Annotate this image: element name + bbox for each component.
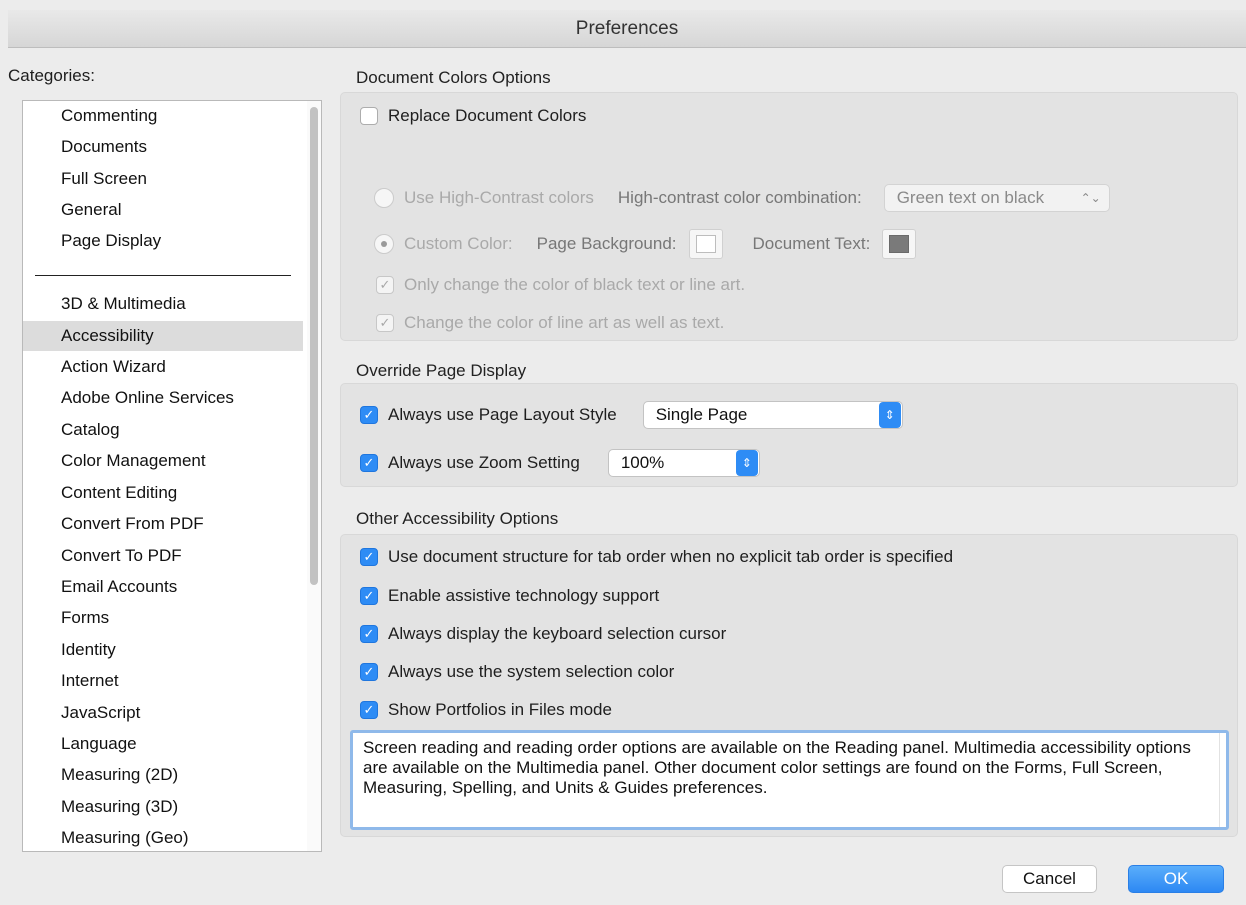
keyboard-cursor-row[interactable]: ✓ Always display the keyboard selection … xyxy=(360,624,726,644)
document-text-swatch xyxy=(889,235,910,253)
high-contrast-label: Use High-Contrast colors xyxy=(404,188,594,207)
category-item-email-accounts[interactable]: Email Accounts xyxy=(23,572,303,602)
cancel-button[interactable]: Cancel xyxy=(1002,865,1097,893)
zoom-setting-value: 100% xyxy=(620,453,665,472)
contrast-combination-select: Green text on black ⌃⌄ xyxy=(883,184,1110,212)
layout-style-row[interactable]: ✓ Always use Page Layout Style Single Pa… xyxy=(360,401,903,429)
window-title: Preferences xyxy=(8,10,1246,48)
chevron-up-down-icon: ⇕ xyxy=(735,450,758,476)
high-contrast-row: Use High-Contrast colors High-contrast c… xyxy=(374,184,1110,212)
zoom-setting-label: Always use Zoom Setting xyxy=(388,453,580,472)
category-item-page-display[interactable]: Page Display xyxy=(23,226,303,256)
category-item-forms[interactable]: Forms xyxy=(23,603,303,633)
category-item-measuring-3d[interactable]: Measuring (3D) xyxy=(23,792,303,822)
replace-colors-checkbox[interactable] xyxy=(360,107,378,125)
category-item-commenting[interactable]: Commenting xyxy=(23,101,303,131)
document-text-swatch-button xyxy=(882,229,917,259)
line-art-checkbox: ✓ xyxy=(376,314,394,332)
portfolios-row[interactable]: ✓ Show Portfolios in Files mode xyxy=(360,700,612,720)
category-item-catalog[interactable]: Catalog xyxy=(23,415,303,445)
category-item-convert-to-pdf[interactable]: Convert To PDF xyxy=(23,541,303,571)
category-item-measuring-2d[interactable]: Measuring (2D) xyxy=(23,760,303,790)
assistive-tech-row[interactable]: ✓ Enable assistive technology support xyxy=(360,586,659,606)
custom-color-label: Custom Color: xyxy=(404,234,513,253)
combo-label: High-contrast color combination: xyxy=(617,188,862,207)
categories-label: Categories: xyxy=(8,66,95,85)
override-page-title: Override Page Display xyxy=(356,361,527,380)
zoom-setting-row[interactable]: ✓ Always use Zoom Setting 100% ⇕ xyxy=(360,449,760,477)
info-text: Screen reading and reading order options… xyxy=(363,738,1191,797)
page-background-swatch xyxy=(695,235,716,253)
selection-color-checkbox[interactable]: ✓ xyxy=(360,663,378,681)
assistive-tech-label: Enable assistive technology support xyxy=(388,586,660,605)
contrast-combination-value: Green text on black xyxy=(896,188,1045,207)
category-item-color-management[interactable]: Color Management xyxy=(23,446,303,476)
portfolios-checkbox[interactable]: ✓ xyxy=(360,701,378,719)
category-item-identity[interactable]: Identity xyxy=(23,635,303,665)
category-item-internet[interactable]: Internet xyxy=(23,666,303,696)
category-divider xyxy=(35,275,291,276)
info-scrollbar[interactable] xyxy=(1219,733,1220,827)
custom-color-row: Custom Color: Page Background: Document … xyxy=(374,229,917,259)
category-item-measuring-geo[interactable]: Measuring (Geo) xyxy=(23,823,303,851)
category-item-documents[interactable]: Documents xyxy=(23,132,303,162)
only-black-checkbox: ✓ xyxy=(376,276,394,294)
custom-color-radio xyxy=(374,234,394,254)
portfolios-label: Show Portfolios in Files mode xyxy=(388,700,612,719)
tab-order-label: Use document structure for tab order whe… xyxy=(388,547,954,566)
zoom-setting-select[interactable]: 100% ⇕ xyxy=(607,449,760,477)
category-item-3d-multimedia[interactable]: 3D & Multimedia xyxy=(23,289,303,319)
tab-order-checkbox[interactable]: ✓ xyxy=(360,548,378,566)
page-background-label: Page Background: xyxy=(536,234,677,253)
category-item-language[interactable]: Language xyxy=(23,729,303,759)
category-item-convert-from-pdf[interactable]: Convert From PDF xyxy=(23,509,303,539)
categories-list[interactable]: Commenting Documents Full Screen General… xyxy=(22,100,322,852)
layout-style-label: Always use Page Layout Style xyxy=(388,405,617,424)
other-options-title: Other Accessibility Options xyxy=(356,509,559,528)
chevron-up-down-icon: ⌃⌄ xyxy=(1080,191,1101,205)
ok-button[interactable]: OK xyxy=(1128,865,1224,893)
document-colors-group xyxy=(340,92,1238,341)
category-item-adobe-online-services[interactable]: Adobe Online Services xyxy=(23,383,303,413)
line-art-row: ✓ Change the color of line art as well a… xyxy=(376,313,724,333)
categories-scroll-thumb[interactable] xyxy=(310,107,318,585)
replace-colors-row[interactable]: Replace Document Colors xyxy=(360,106,586,126)
page-background-swatch-button xyxy=(688,229,723,259)
only-black-label: Only change the color of black text or l… xyxy=(404,275,746,294)
keyboard-cursor-label: Always display the keyboard selection cu… xyxy=(388,624,727,643)
selection-color-label: Always use the system selection color xyxy=(388,662,675,681)
high-contrast-radio xyxy=(374,188,394,208)
category-item-content-editing[interactable]: Content Editing xyxy=(23,478,303,508)
selection-color-row[interactable]: ✓ Always use the system selection color xyxy=(360,662,674,682)
zoom-setting-checkbox[interactable]: ✓ xyxy=(360,454,378,472)
chevron-up-down-icon: ⇕ xyxy=(878,402,901,428)
document-colors-title: Document Colors Options xyxy=(356,68,551,87)
document-text-label: Document Text: xyxy=(752,234,871,253)
category-item-full-screen[interactable]: Full Screen xyxy=(23,164,303,194)
category-item-javascript[interactable]: JavaScript xyxy=(23,698,303,728)
categories-scrollbar[interactable] xyxy=(307,101,321,851)
layout-style-value: Single Page xyxy=(655,405,748,424)
tab-order-row[interactable]: ✓ Use document structure for tab order w… xyxy=(360,547,953,567)
category-item-accessibility[interactable]: Accessibility xyxy=(23,321,303,351)
layout-style-select[interactable]: Single Page ⇕ xyxy=(642,401,903,429)
assistive-tech-checkbox[interactable]: ✓ xyxy=(360,587,378,605)
line-art-label: Change the color of line art as well as … xyxy=(404,313,725,332)
category-item-general[interactable]: General xyxy=(23,195,303,225)
layout-style-checkbox[interactable]: ✓ xyxy=(360,406,378,424)
accessibility-info-text[interactable]: Screen reading and reading order options… xyxy=(350,730,1229,830)
category-item-action-wizard[interactable]: Action Wizard xyxy=(23,352,303,382)
replace-colors-label: Replace Document Colors xyxy=(388,106,587,125)
keyboard-cursor-checkbox[interactable]: ✓ xyxy=(360,625,378,643)
only-black-row: ✓ Only change the color of black text or… xyxy=(376,275,745,295)
